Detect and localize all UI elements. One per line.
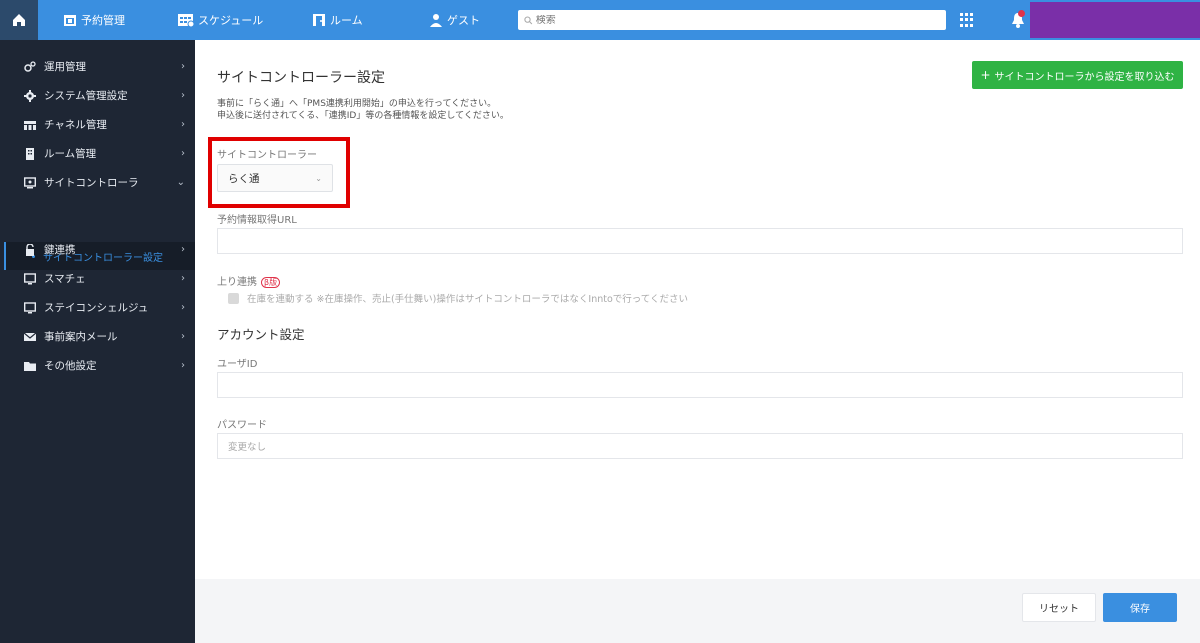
site-controller-select[interactable]: らく通 ⌄ xyxy=(217,164,333,192)
sidebar-item-label: ルーム管理 xyxy=(44,148,97,160)
user-id-label: ユーザID xyxy=(217,359,258,370)
sidebar-item-system-settings[interactable]: システム管理設定 › xyxy=(0,81,195,110)
nav-label: ルーム xyxy=(330,14,363,27)
inventory-sync-text: 在庫を連動する ※在庫操作、売止(手仕舞い)操作はサイトコントローラではなくIn… xyxy=(247,294,689,305)
screen-icon xyxy=(24,272,36,285)
lock-icon xyxy=(24,243,36,256)
description-line-2: 申込後に送付されてくる、「連携ID」等の各種情報を設定してください。 xyxy=(217,111,509,121)
sidebar-item-operations[interactable]: 運用管理 › xyxy=(0,52,195,81)
sidebar-item-label: その他設定 xyxy=(44,360,97,372)
save-button[interactable]: 保存 xyxy=(1103,593,1177,622)
chevron-right-icon: › xyxy=(181,331,185,342)
channel-icon xyxy=(24,119,36,131)
nav-guests[interactable]: ゲスト xyxy=(429,0,480,40)
beta-badge: β版 xyxy=(261,277,281,288)
reset-button[interactable]: リセット xyxy=(1022,593,1096,622)
schedule-icon xyxy=(178,13,194,27)
top-navbar: 予約管理 スケジュール ルーム ゲスト xyxy=(0,0,1200,40)
monitor-icon xyxy=(24,176,36,189)
nav-rooms[interactable]: ルーム xyxy=(312,0,363,40)
chevron-right-icon: › xyxy=(181,61,185,72)
screen-icon xyxy=(24,301,36,314)
home-button[interactable] xyxy=(0,0,38,40)
import-settings-label: サイトコントローラから設定を取り込む xyxy=(994,71,1175,83)
chevron-right-icon: › xyxy=(181,244,185,255)
chevron-right-icon: › xyxy=(181,360,185,371)
sidebar-item-label: 事前案内メール xyxy=(44,331,118,343)
chevron-right-icon: › xyxy=(181,302,185,313)
uplink-label-text: 上り連携 xyxy=(217,277,257,288)
sidebar-item-label: ステイコンシェルジュ xyxy=(44,302,149,314)
notification-dot xyxy=(1018,10,1025,17)
uplink-label: 上り連携 β版 xyxy=(217,273,281,288)
reservation-url-input[interactable] xyxy=(217,228,1183,254)
user-menu[interactable] xyxy=(1030,2,1200,38)
door-icon xyxy=(312,13,326,27)
building-icon xyxy=(24,147,36,160)
chevron-down-icon: ⌄ xyxy=(176,177,185,188)
sidebar-item-smache[interactable]: スマチェ › xyxy=(0,264,195,293)
apps-grid-icon[interactable] xyxy=(960,13,974,27)
sidebar-item-site-controller[interactable]: サイトコントローラ ⌄ xyxy=(0,168,195,197)
gears-icon xyxy=(24,60,36,73)
sidebar-item-channels[interactable]: チャネル管理 › xyxy=(0,110,195,139)
sidebar-item-stay-concierge[interactable]: ステイコンシェルジュ › xyxy=(0,293,195,322)
folder-icon xyxy=(24,360,36,372)
account-section-title: アカウント設定 xyxy=(217,327,305,342)
site-controller-label: サイトコントローラー xyxy=(217,150,317,161)
sidebar-item-pre-arrival-mail[interactable]: 事前案内メール › xyxy=(0,322,195,351)
nav-label: ゲスト xyxy=(447,14,480,27)
sidebar-item-label: サイトコントローラ xyxy=(44,177,139,189)
chevron-right-icon: › xyxy=(181,90,185,101)
nav-label: スケジュール xyxy=(198,14,264,27)
inventory-sync-option: 在庫を連動する ※在庫操作、売止(手仕舞い)操作はサイトコントローラではなくIn… xyxy=(228,291,688,305)
search-icon xyxy=(524,15,533,24)
calendar-icon xyxy=(63,13,77,27)
password-label: パスワード xyxy=(217,420,267,431)
nav-schedule[interactable]: スケジュール xyxy=(178,0,263,40)
user-id-input[interactable] xyxy=(217,372,1183,398)
sidebar-item-label: チャネル管理 xyxy=(44,119,107,131)
chevron-right-icon: › xyxy=(181,273,185,284)
chevron-right-icon: › xyxy=(181,148,185,159)
sidebar-item-label: スマチェ xyxy=(44,273,86,285)
nav-label: 予約管理 xyxy=(81,14,125,27)
reservation-url-label: 予約情報取得URL xyxy=(217,215,297,226)
import-settings-button[interactable]: + サイトコントローラから設定を取り込む xyxy=(972,61,1183,89)
sidebar-item-label: システム管理設定 xyxy=(44,90,128,102)
nav-reservations[interactable]: 予約管理 xyxy=(63,0,125,40)
site-controller-value: らく通 xyxy=(228,172,260,185)
sidebar-item-rooms[interactable]: ルーム管理 › xyxy=(0,139,195,168)
home-icon xyxy=(13,14,25,26)
page-title: サイトコントローラー設定 xyxy=(217,70,385,86)
chevron-down-icon: ⌄ xyxy=(315,173,322,183)
sidebar-item-label: 鍵連携 xyxy=(44,244,76,256)
password-input[interactable]: 変更なし xyxy=(217,433,1183,459)
person-icon xyxy=(429,13,443,27)
chevron-right-icon: › xyxy=(181,119,185,130)
sidebar-item-label: 運用管理 xyxy=(44,61,86,73)
search-input[interactable] xyxy=(535,14,946,26)
gear-icon xyxy=(24,89,36,102)
sidebar-item-key-integration[interactable]: 鍵連携 › xyxy=(0,235,195,264)
inventory-sync-checkbox[interactable] xyxy=(228,292,239,304)
plus-icon: + xyxy=(980,68,991,82)
mail-icon xyxy=(24,331,36,343)
sidebar: 運用管理 › システム管理設定 › チャネル管理 › ルーム管理 › サイトコン… xyxy=(0,40,195,643)
search-box[interactable] xyxy=(518,10,946,30)
sidebar-item-other-settings[interactable]: その他設定 › xyxy=(0,351,195,380)
